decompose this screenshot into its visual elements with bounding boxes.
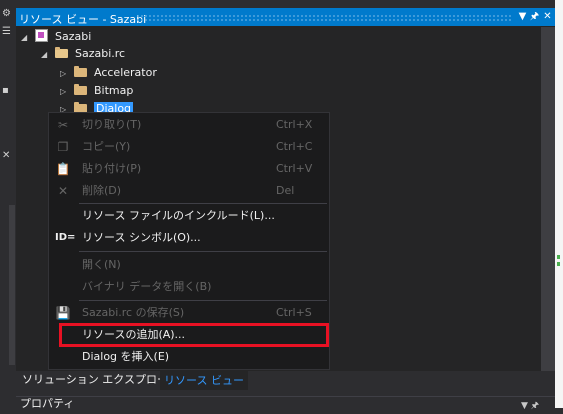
- properties-title: プロパティ: [20, 397, 75, 410]
- menu-item-paste[interactable]: 📋 貼り付け(P) Ctrl+V: [49, 158, 329, 180]
- change-marker: [557, 262, 560, 266]
- right-edge-editor: [555, 0, 563, 408]
- tree-item-label: Accelerator: [94, 66, 157, 79]
- titlebar-grip[interactable]: [136, 14, 511, 21]
- properties-panel-header: プロパティ ▼ 🖈: [16, 396, 555, 411]
- list-icon[interactable]: ☰: [2, 26, 11, 37]
- menu-item-shortcut: Ctrl+X: [276, 118, 313, 131]
- scissors-icon: ✂: [57, 118, 69, 132]
- menu-separator: [79, 300, 327, 301]
- menu-separator: [79, 203, 327, 204]
- tree-scrollbar[interactable]: [541, 27, 555, 372]
- panel-titlebar[interactable]: リソース ビュー - Sazabi ▼ 🖈 ✕: [16, 9, 555, 26]
- tree-item-label: Sazabi.rc: [75, 47, 126, 60]
- menu-separator: [79, 251, 327, 252]
- id-icon: ID=: [55, 232, 76, 243]
- menu-item-shortcut: Ctrl+V: [276, 162, 313, 175]
- menu-item-label: リソース シンボル(O)...: [82, 231, 201, 244]
- annotation-highlight-box: [59, 323, 329, 347]
- gear-icon[interactable]: ⚙: [2, 8, 11, 19]
- folder-icon: [73, 66, 87, 77]
- project-icon: [34, 29, 48, 42]
- menu-item-label: Sazabi.rc の保存(S): [82, 306, 185, 319]
- menu-item-save-rc[interactable]: 💾 Sazabi.rc の保存(S) Ctrl+S: [49, 302, 329, 324]
- menu-item-shortcut: Del: [276, 184, 295, 197]
- menu-item-label: 開く(N): [82, 258, 121, 271]
- left-scrollbar[interactable]: [9, 205, 15, 365]
- tree-item-accelerator[interactable]: ▷ Accelerator: [60, 64, 157, 81]
- tree-item-label: Bitmap: [94, 84, 134, 97]
- tree-item-label: Sazabi: [55, 30, 92, 43]
- save-icon: 💾: [55, 306, 71, 320]
- paste-icon: 📋: [55, 162, 71, 176]
- menu-item-delete[interactable]: ✕ 削除(D) Del: [49, 180, 329, 202]
- menu-item-label: コピー(Y): [82, 140, 131, 153]
- change-marker: [557, 255, 560, 259]
- close-icon[interactable]: ✕: [541, 10, 554, 24]
- folder-icon: [73, 84, 87, 95]
- menu-item-shortcut: Ctrl+S: [276, 306, 312, 319]
- tree-item-bitmap[interactable]: ▷ Bitmap: [60, 82, 133, 99]
- menu-item-open[interactable]: 開く(N): [49, 254, 329, 276]
- tab-resource-view[interactable]: リソース ビュー: [160, 371, 248, 390]
- toolbar-marker-icon: ▪: [2, 85, 9, 96]
- pin-icon[interactable]: 🖈: [528, 10, 541, 24]
- bottom-tab-strip: ソリューション エクスプローラー リソース ビュー: [16, 371, 555, 391]
- menu-item-resource-symbols[interactable]: ID= リソース シンボル(O)...: [49, 227, 329, 249]
- menu-item-include-resource-file[interactable]: リソース ファイルのインクルード(L)...: [49, 205, 329, 227]
- menu-item-copy[interactable]: ❐ コピー(Y) Ctrl+C: [49, 136, 329, 158]
- menu-item-shortcut: Ctrl+C: [276, 140, 313, 153]
- close-icon[interactable]: ✕: [2, 150, 10, 161]
- menu-item-label: リソース ファイルのインクルード(L)...: [82, 209, 275, 222]
- collapsed-arrow-icon[interactable]: ▷: [60, 83, 70, 100]
- expanded-arrow-icon[interactable]: ◢: [41, 46, 51, 63]
- folder-open-icon: [54, 47, 68, 58]
- menu-item-label: 切り取り(T): [82, 118, 142, 131]
- tree-item-root[interactable]: ◢ Sazabi: [21, 28, 91, 45]
- expanded-arrow-icon[interactable]: ◢: [21, 29, 31, 46]
- menu-item-open-binary[interactable]: バイナリ データを開く(B): [49, 276, 329, 298]
- menu-item-label: 削除(D): [82, 184, 122, 197]
- menu-item-cut[interactable]: ✂ 切り取り(T) Ctrl+X: [49, 114, 329, 136]
- tree-item-rc[interactable]: ◢ Sazabi.rc: [41, 45, 125, 62]
- menu-item-label: 貼り付け(P): [82, 162, 142, 175]
- menu-item-label: バイナリ データを開く(B): [82, 280, 212, 293]
- panel-title: リソース ビュー - Sazabi: [19, 13, 147, 26]
- pin-icon[interactable]: ▼ 🖈: [521, 398, 539, 414]
- delete-x-icon: ✕: [57, 184, 69, 198]
- left-edge-toolbar: ⚙ ☰ ▪ ✕: [0, 0, 16, 408]
- copy-icon: ❐: [57, 140, 69, 154]
- collapsed-arrow-icon[interactable]: ▷: [60, 65, 70, 82]
- menu-item-label: Dialog を挿入(E): [82, 350, 170, 363]
- menu-item-insert-dialog[interactable]: Dialog を挿入(E): [49, 346, 329, 368]
